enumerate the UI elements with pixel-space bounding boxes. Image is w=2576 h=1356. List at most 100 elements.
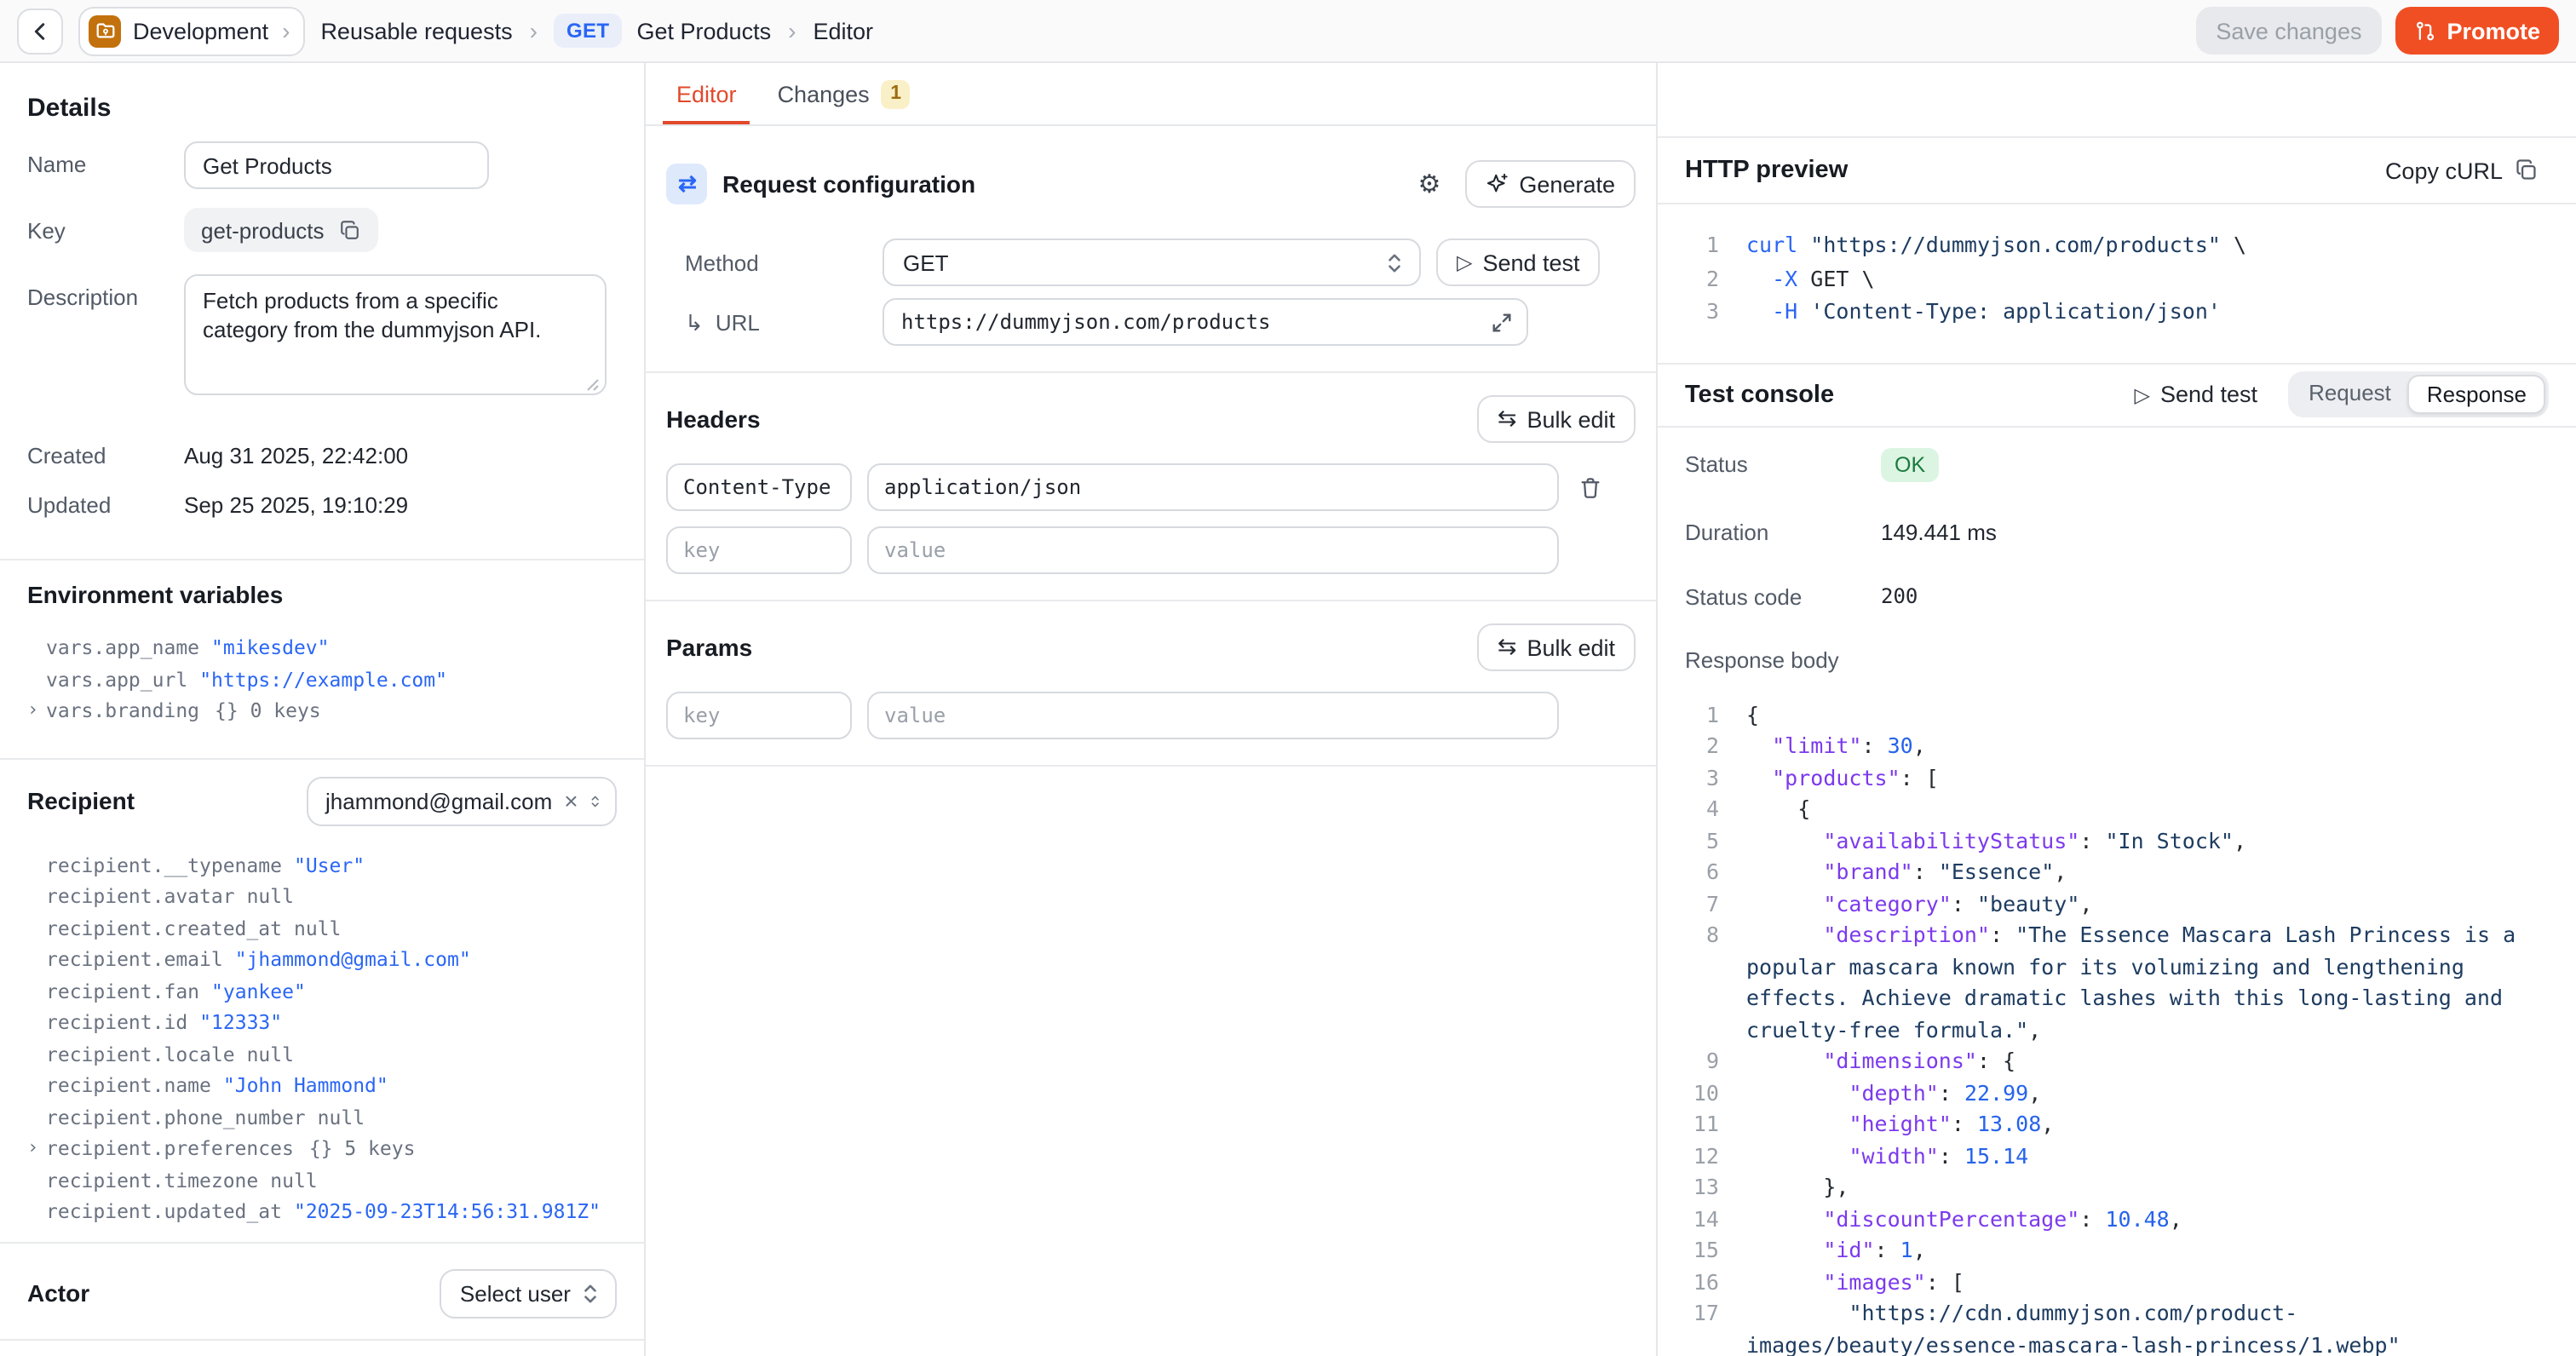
property-key: recipient.updated_at [46, 1196, 282, 1227]
property-row: vars.app_name "mikesdev" [27, 632, 617, 664]
recipient-heading: Recipient [27, 787, 135, 814]
created-label: Created [27, 443, 184, 468]
name-input[interactable] [184, 141, 489, 189]
param-key-input[interactable] [666, 692, 852, 739]
code-text: "category": "beauty", [1746, 888, 2549, 920]
headers-bulk-edit-button[interactable]: ⇆ Bulk edit [1477, 395, 1636, 443]
chevron-spacer [27, 632, 46, 664]
breadcrumb-separator-icon: › [786, 17, 797, 44]
test-console-title: Test console [1685, 381, 1834, 408]
description-textarea[interactable]: Fetch products from a specific category … [184, 274, 607, 395]
property-key: recipient.fan [46, 975, 199, 1007]
chevron-spacer [27, 1070, 46, 1101]
tab-editor[interactable]: Editor [673, 63, 740, 124]
project-switcher[interactable]: Development › [78, 6, 305, 55]
code-line: 1{ [1685, 699, 2549, 731]
expand-chevron-icon[interactable]: › [27, 1133, 46, 1164]
property-row: recipient.created_atnull [27, 912, 617, 944]
promote-button[interactable]: Promote [2395, 7, 2559, 55]
method-select[interactable]: GET [883, 238, 1421, 286]
recipient-prop-list: recipient.__typename"User"recipient.avat… [27, 849, 617, 1227]
params-title-row: Params ⇆ Bulk edit [666, 623, 1636, 671]
response-body-code: 1{2 "limit": 30,3 "products": [4 {5 "ava… [1685, 699, 2549, 1356]
actor-row: Actor Select user [27, 1268, 617, 1318]
breadcrumb-editor[interactable]: Editor [813, 18, 873, 43]
app-window: Development › Reusable requests › GET Ge… [0, 0, 2576, 1356]
created-value: Aug 31 2025, 22:42:00 [184, 443, 408, 468]
toggle-request[interactable]: Request [2291, 375, 2408, 414]
code-text: }, [1746, 1172, 2549, 1204]
line-number: 15 [1685, 1235, 1719, 1267]
status-badge: OK [1881, 447, 1939, 481]
header-key-input[interactable] [666, 526, 852, 574]
divider [646, 765, 1656, 767]
actor-select[interactable]: Select user [440, 1268, 617, 1318]
property-value: "12333" [199, 1007, 282, 1038]
headers-title: Headers [666, 405, 761, 433]
url-label-group: ↳ URL [666, 309, 883, 335]
clear-icon[interactable]: × [564, 789, 578, 813]
generate-button[interactable]: Generate [1464, 160, 1636, 208]
send-test-button[interactable]: ▷ Send test [1436, 238, 1601, 286]
key-pill: get-products [184, 208, 379, 252]
gear-icon[interactable]: ⚙ [1418, 171, 1441, 197]
recipient-select[interactable]: jhammond@gmail.com × [307, 776, 617, 825]
details-heading: Details [27, 94, 617, 123]
params-bulk-edit-button[interactable]: ⇆ Bulk edit [1477, 623, 1636, 671]
property-value: "mikesdev" [211, 632, 330, 664]
expand-chevron-icon[interactable]: › [27, 695, 46, 727]
chevron-spacer [27, 1164, 46, 1196]
toggle-response[interactable]: Response [2408, 375, 2545, 414]
code-text: "limit": 30, [1746, 731, 2549, 762]
line-number: 7 [1685, 888, 1719, 920]
updown-chevrons-icon [581, 1282, 600, 1304]
environment-variables-heading: Environment variables [27, 581, 617, 608]
chevron-spacer [27, 944, 46, 975]
property-row: recipient.email"jhammond@gmail.com" [27, 944, 617, 975]
breadcrumb-reusable-requests[interactable]: Reusable requests [320, 18, 512, 43]
code-line: 9 "dimensions": { [1685, 1046, 2549, 1077]
back-button[interactable] [17, 8, 63, 54]
url-input[interactable] [901, 310, 1491, 334]
delete-header-button[interactable] [1574, 471, 1607, 503]
code-text: "images": [ [1746, 1267, 2549, 1298]
code-text: "availabilityStatus": "In Stock", [1746, 825, 2549, 857]
editor-tab-bar: Editor Changes 1 [646, 63, 1656, 126]
key-row: Key get-products [27, 208, 617, 252]
copy-icon[interactable] [340, 219, 362, 241]
property-key: vars.app_url [46, 664, 187, 695]
code-text: "discountPercentage": 10.48, [1746, 1204, 2549, 1235]
param-row-empty [666, 692, 1636, 739]
header-value-input[interactable] [867, 463, 1559, 511]
breadcrumb-request-name[interactable]: Get Products [637, 18, 772, 43]
header-key-input[interactable] [666, 463, 852, 511]
line-number: 13 [1685, 1172, 1719, 1204]
top-bar-actions: Save changes Promote [2195, 7, 2559, 55]
recipient-header-row: Recipient jhammond@gmail.com × [27, 776, 617, 825]
property-key: recipient.timezone [46, 1164, 258, 1196]
code-line: 6 "brand": "Essence", [1685, 857, 2549, 888]
chevron-left-icon [29, 20, 51, 42]
updated-value: Sep 25 2025, 19:10:29 [184, 492, 408, 518]
header-value-input[interactable] [867, 526, 1559, 574]
generate-label: Generate [1519, 171, 1615, 197]
method-value: GET [903, 250, 948, 275]
details-sidebar: Details Name Key get-products Descriptio… [0, 63, 646, 1356]
code-text: "dimensions": { [1746, 1046, 2549, 1077]
line-number: 1 [1685, 699, 1719, 731]
param-value-input[interactable] [867, 692, 1559, 739]
divider [0, 559, 644, 560]
line-number: 16 [1685, 1267, 1719, 1298]
code-line: 2 -X GET \ [1685, 261, 2549, 295]
folder-icon [89, 14, 121, 47]
name-row: Name [27, 141, 617, 189]
property-key: vars.app_name [46, 632, 199, 664]
console-send-test-button[interactable]: ▷ Send test [2125, 380, 2268, 409]
expand-icon[interactable] [1491, 311, 1513, 333]
tab-changes[interactable]: Changes 1 [774, 63, 914, 124]
copy-curl-button[interactable]: Copy cURL [2375, 156, 2549, 185]
trash-icon [1578, 474, 1603, 500]
save-changes-button[interactable]: Save changes [2195, 7, 2382, 55]
code-line: 3 -H 'Content-Type: application/json' [1685, 295, 2549, 328]
status-label: Status [1685, 451, 1881, 477]
